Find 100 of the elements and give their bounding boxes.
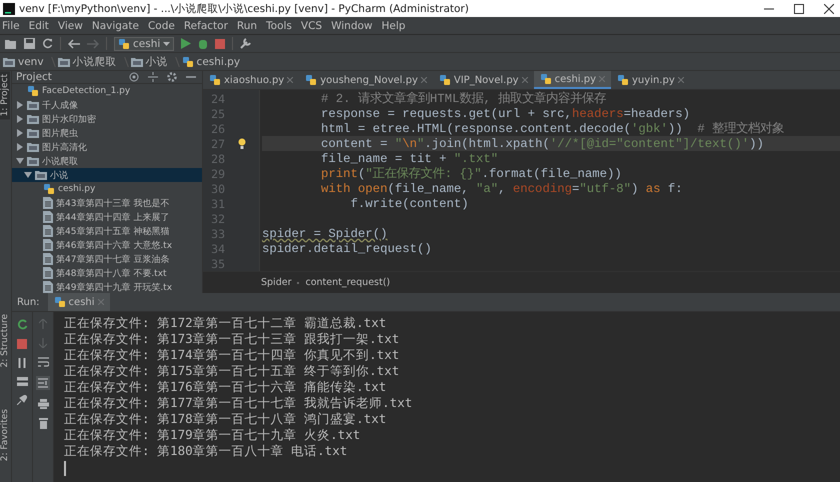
menu-item[interactable]: View: [58, 20, 83, 32]
editor-tab[interactable]: xiaoshuo.py: [203, 71, 300, 90]
text-file-icon: [43, 197, 53, 209]
trash-icon[interactable]: [38, 418, 48, 429]
code-breadcrumb[interactable]: content_request(): [305, 277, 390, 288]
run-icon[interactable]: [181, 38, 192, 49]
tree-item[interactable]: 千人成像: [12, 98, 202, 112]
print-icon[interactable]: [38, 399, 48, 409]
pin-icon[interactable]: [17, 395, 27, 405]
menu-item[interactable]: File: [2, 20, 20, 32]
tree-item[interactable]: 小说: [12, 168, 202, 182]
project-tool-tab[interactable]: 1: Project: [0, 71, 10, 120]
soft-wrap-icon[interactable]: [38, 357, 48, 367]
editor-tab[interactable]: VIP_Novel.py: [432, 71, 534, 90]
python-file-icon: [118, 38, 130, 50]
menu-item[interactable]: Window: [331, 20, 372, 32]
open-folder-icon[interactable]: [5, 38, 17, 48]
tree-item[interactable]: 第49章第四十九章 开玩笑.tx: [12, 280, 202, 293]
tree-item[interactable]: 第45章第四十五章 神秘黑猫: [12, 224, 202, 238]
collapsed-arrow-icon[interactable]: [16, 129, 24, 137]
editor-tab[interactable]: ceshi.py: [534, 71, 612, 90]
python-file-icon: [182, 56, 194, 68]
rerun-icon[interactable]: [16, 319, 28, 330]
editor-tab[interactable]: yousheng_Novel.py: [299, 71, 433, 90]
console-output-line: 正在保存文件: 第172章第一百七十二章 霸道总裁.txt: [64, 315, 388, 331]
code-line: # 2. 请求文章拿到HTML数据, 抽取文章内容并保存: [321, 90, 606, 108]
python-file-icon: [540, 73, 552, 86]
code-breadcrumb[interactable]: Spider: [261, 277, 292, 288]
tree-item[interactable]: 第43章第四十三章 我也是不: [12, 196, 202, 210]
tree-item[interactable]: 小说爬取: [12, 154, 202, 168]
text-cursor: [64, 461, 66, 476]
save-icon[interactable]: [24, 38, 35, 49]
tree-item-label: 第46章第四十六章 大意悠.tx: [56, 240, 172, 252]
folder-icon: [27, 156, 39, 166]
menu-item[interactable]: Navigate: [92, 20, 139, 32]
tree-item-label: 小说爬取: [42, 156, 78, 168]
code-line: html = etree.HTML(response.content.decode('gbk')) # 整理文档对象: [321, 120, 784, 138]
close-icon[interactable]: [824, 4, 834, 14]
tree-item[interactable]: 第44章第四十四章 上来展了: [12, 210, 202, 224]
breadcrumb[interactable]: ceshi.py: [182, 56, 240, 68]
scroll-to-end-icon[interactable]: [36, 376, 50, 390]
tree-item-label: 第43章第四十三章 我也是不: [56, 198, 170, 210]
python-file-icon: [209, 74, 221, 86]
structure-tool-tab[interactable]: 2: Structure: [0, 310, 11, 370]
folder-icon: [3, 56, 15, 66]
expanded-arrow-icon[interactable]: [24, 171, 32, 179]
python-file-icon: [43, 183, 55, 195]
tree-item-label: 图片水印加密: [42, 114, 96, 126]
menu-item[interactable]: VCS: [300, 20, 322, 32]
tree-item[interactable]: 图片爬虫: [12, 126, 202, 140]
menu-item[interactable]: Help: [382, 20, 406, 32]
back-arrow-icon[interactable]: [68, 38, 80, 48]
menu-item[interactable]: Edit: [28, 20, 49, 32]
tree-item[interactable]: ceshi.py: [12, 182, 202, 196]
maximize-icon[interactable]: [794, 4, 804, 14]
menu-item[interactable]: Tools: [266, 20, 292, 32]
breadcrumb[interactable]: 小说: [130, 54, 168, 68]
tree-item-label: FaceDetection_1.py: [42, 86, 130, 96]
sync-icon[interactable]: [42, 38, 53, 49]
menu-item[interactable]: Run: [236, 20, 258, 32]
expanded-arrow-icon[interactable]: [16, 157, 24, 165]
folder-icon: [130, 56, 143, 66]
editor-tab[interactable]: yuyin.py: [611, 71, 690, 90]
python-file-icon: [617, 74, 630, 86]
caret-icon[interactable]: [163, 42, 170, 46]
run-configuration-dropdown[interactable]: ceshi: [114, 36, 174, 50]
tree-item[interactable]: 第47章第四十七章 豆浆油条: [12, 252, 202, 266]
wrench-icon[interactable]: [240, 38, 252, 49]
tree-item[interactable]: FaceDetection_1.py: [12, 84, 202, 98]
bug-icon[interactable]: [198, 38, 208, 49]
project-view-dropdown[interactable]: Project: [16, 71, 52, 83]
tree-item[interactable]: 第46章第四十六章 大意悠.tx: [12, 238, 202, 252]
favorites-tool-tab[interactable]: 2: Favorites: [0, 406, 11, 464]
layout-icon[interactable]: [16, 377, 28, 386]
menu-item[interactable]: Code: [148, 20, 175, 32]
collapsed-arrow-icon[interactable]: [16, 101, 24, 109]
tree-item-label: 千人成像: [42, 100, 78, 112]
python-file-icon: [54, 296, 66, 308]
collapse-icon[interactable]: [148, 72, 158, 82]
breadcrumb[interactable]: venv: [3, 56, 44, 68]
tree-item[interactable]: 图片水印加密: [12, 112, 202, 126]
target-icon[interactable]: [129, 72, 139, 82]
tree-item[interactable]: 第48章第四十八章 不要.txt: [12, 266, 202, 280]
text-file-icon: [43, 239, 53, 251]
stop-icon[interactable]: [215, 38, 226, 48]
console-output-line: 正在保存文件: 第177章第一百七十七章 我就告诉老师.txt: [64, 395, 414, 411]
tree-item[interactable]: 图片高清化: [12, 140, 202, 154]
collapsed-arrow-icon[interactable]: [16, 143, 24, 151]
console-output-line: 正在保存文件: 第176章第一百七十六章 痛能传染.txt: [64, 379, 388, 395]
run-tab[interactable]: ceshi: [48, 293, 110, 311]
text-file-icon: [43, 211, 53, 223]
pause-icon[interactable]: [18, 358, 26, 368]
collapsed-arrow-icon[interactable]: [16, 115, 24, 123]
python-file-icon: [27, 85, 39, 97]
folder-icon: [35, 170, 47, 180]
settings-icon[interactable]: [167, 72, 177, 82]
menu-item[interactable]: Refactor: [184, 20, 228, 32]
lightbulb-icon[interactable]: [238, 138, 246, 150]
breadcrumb[interactable]: 小说爬取: [58, 54, 117, 68]
code-line: print("正在保存文件: {}".format(file_name)): [321, 166, 622, 182]
